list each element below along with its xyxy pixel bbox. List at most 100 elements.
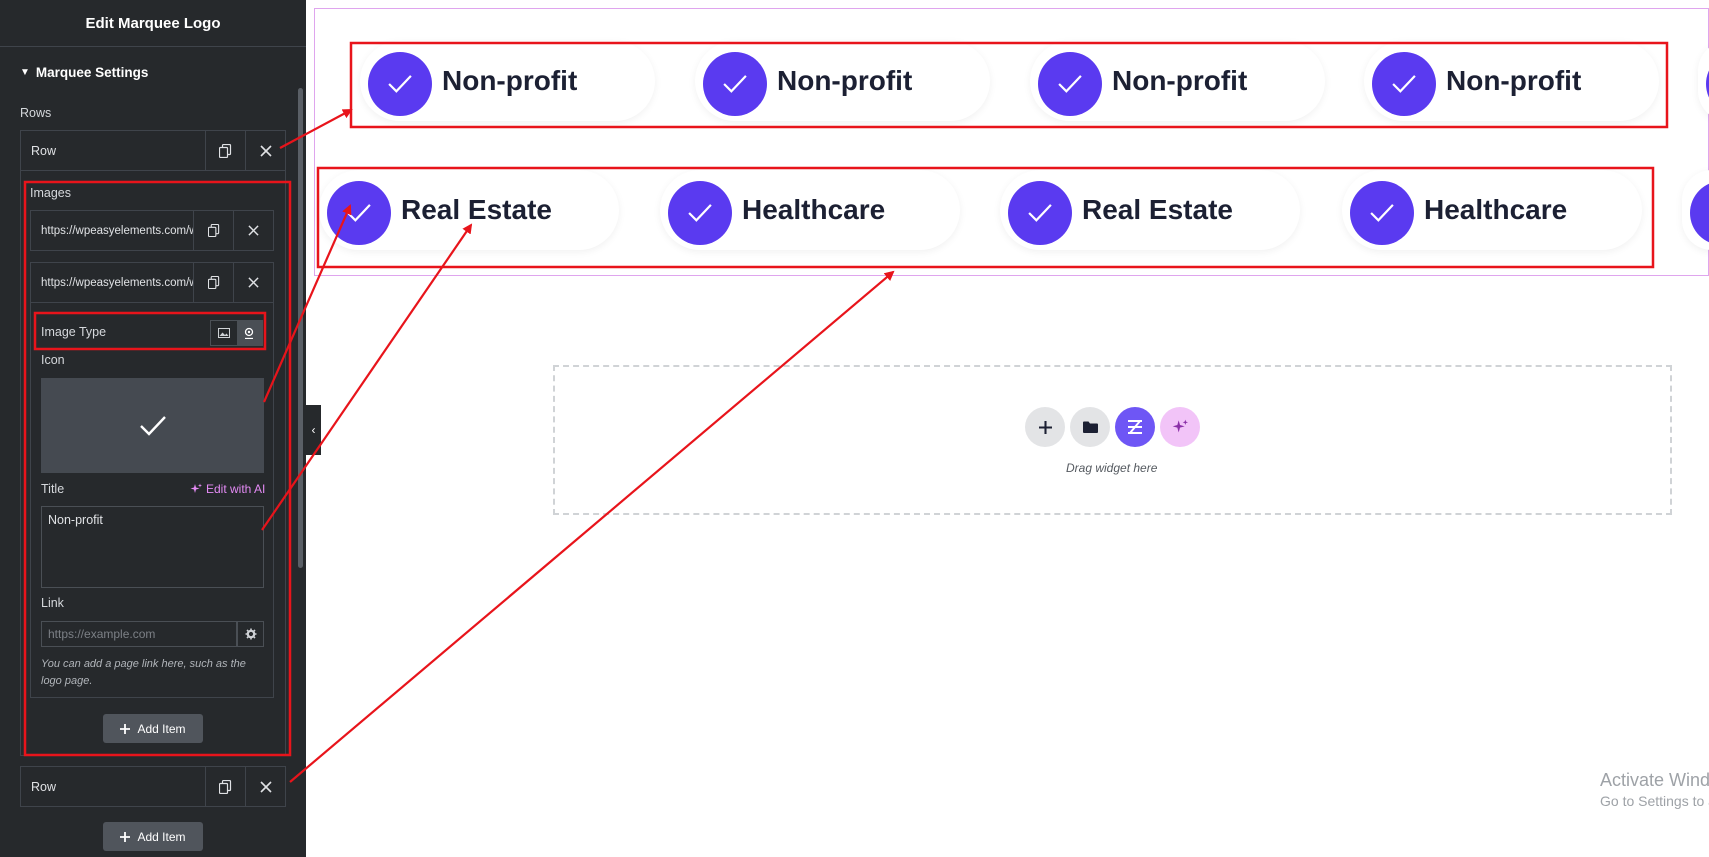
- check-icon: [723, 75, 747, 93]
- gear-icon: [245, 628, 256, 640]
- link-input[interactable]: https://example.com: [41, 621, 237, 647]
- marquee-item[interactable]: Real Estate: [319, 170, 619, 250]
- image-item-url[interactable]: https://wpeasyelements.com/wp-content: [31, 263, 193, 302]
- marquee-item-title: Non-profit: [442, 65, 578, 96]
- check-badge: [1372, 52, 1436, 116]
- add-row-button[interactable]: Add Item: [103, 822, 203, 851]
- row-title[interactable]: Row: [21, 131, 205, 170]
- icon-option[interactable]: [236, 321, 262, 345]
- duplicate-icon: [207, 276, 219, 289]
- marquee-item-title: Healthcare: [742, 194, 886, 225]
- duplicate-item-button[interactable]: [193, 211, 233, 250]
- rows-label: Rows: [20, 106, 52, 120]
- check-icon: [1392, 75, 1416, 93]
- check-badge: [703, 52, 767, 116]
- plus-icon: [1038, 420, 1052, 434]
- empty-section-dropzone[interactable]: [553, 365, 1672, 515]
- check-badge: [1038, 52, 1102, 116]
- repeater-row-2[interactable]: Row: [20, 766, 286, 807]
- image-item-url[interactable]: https://wpeasyelements.com/wp-content: [31, 211, 193, 250]
- link-options-button[interactable]: [237, 621, 264, 647]
- duplicate-icon: [219, 779, 232, 794]
- close-icon: [248, 225, 259, 236]
- check-badge: [368, 52, 432, 116]
- duplicate-icon: [207, 224, 219, 237]
- image-type-choose[interactable]: [210, 320, 263, 346]
- close-icon: [248, 277, 259, 288]
- repeater-row-1[interactable]: Row: [20, 130, 286, 171]
- check-badge: [1350, 181, 1414, 245]
- panel-title: Edit Marquee Logo: [0, 0, 306, 47]
- remove-item-button[interactable]: [233, 211, 273, 250]
- title-textarea[interactable]: Non-profit: [41, 506, 264, 588]
- image-option[interactable]: [211, 321, 237, 345]
- icon-label: Icon: [41, 353, 65, 367]
- check-icon: [139, 415, 166, 436]
- check-icon: [1058, 75, 1082, 93]
- icon-picker-preview[interactable]: [41, 378, 264, 473]
- plus-icon: [120, 723, 131, 734]
- app-root: Edit Marquee Logo ▼ Marquee Settings Row…: [0, 0, 1709, 857]
- link-help-text: You can add a page link here, such as th…: [41, 658, 246, 687]
- duplicate-item-button[interactable]: [193, 263, 233, 302]
- chevron-left-icon: ‹: [311, 423, 316, 437]
- marquee-item[interactable]: Non-profit: [1030, 41, 1325, 121]
- remove-row-button[interactable]: [245, 131, 285, 170]
- image-icon: [217, 328, 230, 338]
- add-item-label: Add Item: [137, 721, 186, 736]
- marquee-item-title: Healthcare: [1424, 194, 1568, 225]
- edit-with-ai-button[interactable]: Edit with AI: [190, 482, 265, 496]
- check-icon: [1370, 204, 1394, 222]
- panel-scrollbar[interactable]: [298, 88, 303, 568]
- duplicate-row-button[interactable]: [205, 767, 245, 806]
- elementor-kit-icon: [1128, 420, 1142, 434]
- remove-item-button[interactable]: [233, 263, 273, 302]
- section-title: Marquee Settings: [35, 65, 149, 80]
- elementor-kit-button[interactable]: [1115, 407, 1155, 447]
- marquee-item[interactable]: Real Estate: [1000, 170, 1300, 250]
- add-image-item-button[interactable]: Add Item: [103, 714, 203, 743]
- marquee-settings-toggle[interactable]: ▼ Marquee Settings: [20, 65, 148, 80]
- marquee-item-title: Non-profit: [1446, 65, 1582, 96]
- marquee-item-title: Real Estate: [1082, 194, 1233, 225]
- check-icon: [688, 204, 712, 222]
- ai-sparkle-icon: [190, 483, 202, 493]
- drag-widget-hint: Drag widget here: [1066, 461, 1158, 475]
- marquee-item-title: Non-profit: [777, 65, 913, 96]
- row-title[interactable]: Row: [21, 767, 205, 806]
- images-label: Images: [30, 186, 71, 200]
- add-item-label: Add Item: [137, 829, 186, 844]
- marquee-item-title: Non-profit: [1112, 65, 1248, 96]
- add-section-button[interactable]: [1025, 407, 1065, 447]
- check-badge: [1690, 181, 1709, 245]
- add-template-button[interactable]: [1070, 407, 1110, 447]
- check-badge: [327, 181, 391, 245]
- editor-panel: Edit Marquee Logo ▼ Marquee Settings Row…: [0, 0, 306, 857]
- title-label: Title: [41, 482, 65, 496]
- arrow-to-row2: [289, 270, 895, 783]
- check-icon: [347, 204, 371, 222]
- close-icon: [259, 780, 272, 793]
- activate-windows-subtitle: Go to Settings to activate Windows.: [1600, 793, 1709, 809]
- marquee-item[interactable]: Healthcare: [1342, 170, 1642, 250]
- duplicate-row-button[interactable]: [205, 131, 245, 170]
- icon-library-icon: [245, 327, 254, 339]
- image-item-2[interactable]: https://wpeasyelements.com/wp-content: [30, 262, 274, 303]
- duplicate-icon: [219, 143, 232, 158]
- marquee-item[interactable]: Non-profit: [695, 41, 990, 121]
- ai-sparkle-icon: [1172, 419, 1188, 433]
- check-icon: [1028, 204, 1052, 222]
- ai-generate-button[interactable]: [1160, 407, 1200, 447]
- image-type-label: Image Type: [41, 325, 107, 339]
- remove-row-button[interactable]: [245, 767, 285, 806]
- close-icon: [259, 144, 272, 157]
- collapse-panel-button[interactable]: ‹: [306, 405, 321, 455]
- marquee-item[interactable]: Non-profit: [1364, 41, 1659, 121]
- folder-icon: [1082, 421, 1098, 433]
- marquee-item[interactable]: Healthcare: [660, 170, 960, 250]
- marquee-item[interactable]: Non-profit: [360, 41, 655, 121]
- check-badge: [1008, 181, 1072, 245]
- image-item-1[interactable]: https://wpeasyelements.com/wp-content: [30, 210, 274, 251]
- check-badge: [668, 181, 732, 245]
- link-label: Link: [41, 596, 64, 610]
